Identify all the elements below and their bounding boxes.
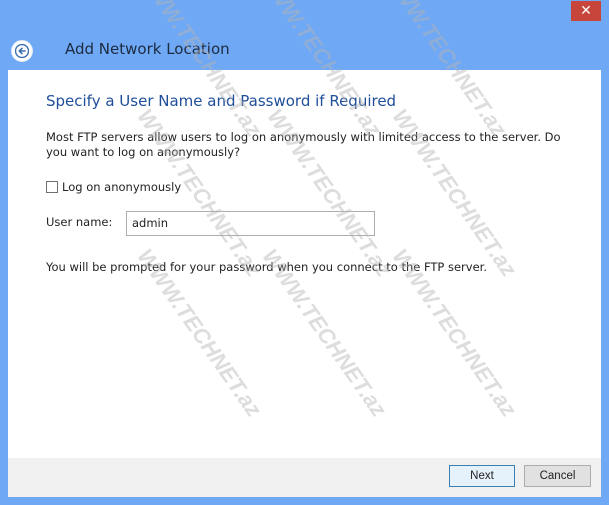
anonymous-label[interactable]: Log on anonymously — [62, 180, 181, 194]
page-heading: Specify a User Name and Password if Requ… — [46, 92, 397, 110]
window-title: Add Network Location — [65, 40, 230, 58]
username-label: User name: — [46, 215, 113, 229]
anonymous-checkbox[interactable] — [46, 181, 58, 193]
button-bar: Next Cancel — [8, 458, 601, 497]
close-button[interactable]: ✕ — [571, 1, 601, 21]
password-note: You will be prompted for your password w… — [46, 260, 487, 274]
username-input[interactable]: admin — [126, 211, 375, 236]
content-panel: Specify a User Name and Password if Requ… — [8, 70, 601, 458]
cancel-button[interactable]: Cancel — [524, 465, 591, 487]
next-button[interactable]: Next — [449, 465, 515, 487]
back-arrow-icon — [15, 44, 29, 58]
description-text: Most FTP servers allow users to log on a… — [46, 130, 561, 159]
dialog-window: ✕ Add Network Location Specify a User Na… — [0, 0, 609, 505]
back-button[interactable] — [11, 40, 33, 62]
title-bar: ✕ Add Network Location — [0, 0, 609, 70]
anonymous-option[interactable]: Log on anonymously — [46, 179, 181, 195]
